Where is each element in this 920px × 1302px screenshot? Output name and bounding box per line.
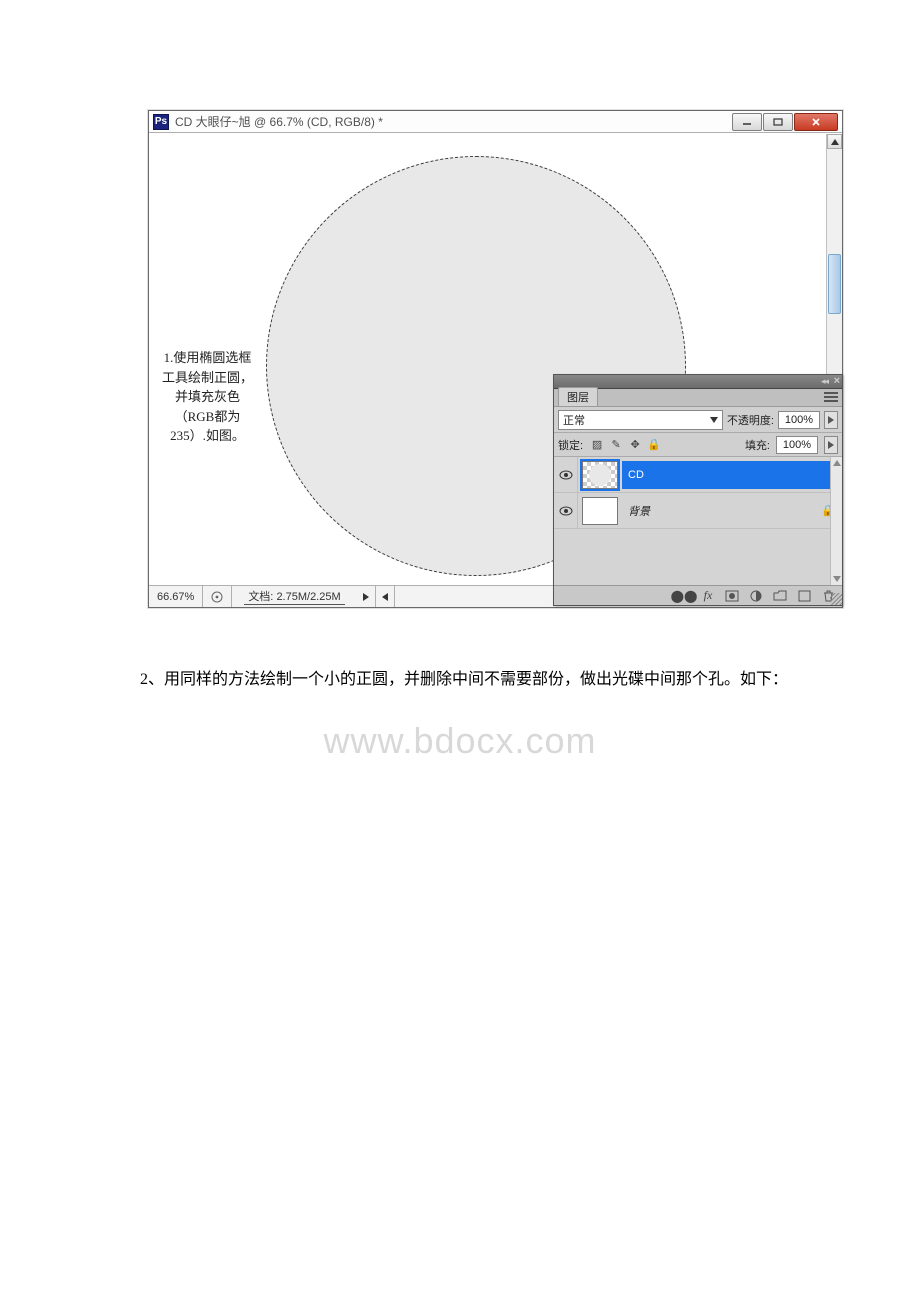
layer-name[interactable]: CD bbox=[622, 461, 842, 489]
doc-size-value: 2.75M/2.25M bbox=[276, 591, 340, 603]
layer-thumbnail[interactable] bbox=[582, 461, 618, 489]
layer-mask-icon[interactable] bbox=[724, 589, 740, 603]
scroll-thumb[interactable] bbox=[828, 254, 841, 314]
layer-style-icon[interactable]: fx bbox=[700, 589, 716, 603]
instruction-annotation: 1.使用椭圆选框工具绘制正圆，并填充灰色（RGB都为235）.如图。 bbox=[160, 348, 255, 446]
group-icon[interactable] bbox=[772, 589, 788, 603]
lock-label: 锁定: bbox=[558, 437, 583, 453]
chevron-down-icon bbox=[710, 417, 718, 423]
blend-mode-select[interactable]: 正常 bbox=[558, 410, 723, 430]
resize-grip[interactable] bbox=[830, 593, 842, 605]
fill-slider-button[interactable] bbox=[824, 436, 838, 454]
watermark: www.bdocx.com bbox=[323, 720, 596, 762]
layers-panel: ◂◂ × 图层 正常 不透明度: 100% 锁定: ▨ ✎ bbox=[553, 374, 843, 606]
fill-input[interactable]: 100% bbox=[776, 436, 818, 454]
scroll-down-icon[interactable] bbox=[831, 573, 842, 585]
screenshot-figure: Ps CD 大眼仔~旭 @ 66.7% (CD, RGB/8) * bbox=[148, 110, 843, 608]
titlebar: Ps CD 大眼仔~旭 @ 66.7% (CD, RGB/8) * bbox=[149, 111, 842, 133]
scroll-up-icon[interactable] bbox=[831, 457, 842, 469]
close-button[interactable] bbox=[794, 113, 838, 131]
visibility-toggle[interactable] bbox=[554, 493, 578, 528]
blend-mode-value: 正常 bbox=[563, 412, 585, 428]
opacity-input[interactable]: 100% bbox=[778, 411, 820, 429]
panel-collapse-icon[interactable]: ◂◂ bbox=[821, 376, 828, 387]
layer-row[interactable]: CD bbox=[554, 457, 842, 493]
opacity-label: 不透明度: bbox=[727, 412, 774, 428]
doc-info-button[interactable] bbox=[203, 586, 232, 607]
opacity-slider-button[interactable] bbox=[824, 411, 838, 429]
visibility-toggle[interactable] bbox=[554, 457, 578, 492]
hscroll-left-button[interactable] bbox=[376, 586, 395, 607]
lock-transparency-icon[interactable]: ▨ bbox=[589, 437, 605, 453]
body-paragraph: 2、用同样的方法绘制一个小的正圆，并删除中间不需要部份，做出光碟中间那个孔。如下… bbox=[108, 668, 808, 692]
lock-fill-row: 锁定: ▨ ✎ ✥ 🔒 填充: 100% bbox=[554, 433, 842, 457]
layers-tab[interactable]: 图层 bbox=[558, 387, 598, 406]
layers-list: CD 背景 🔒 bbox=[554, 457, 842, 585]
layer-thumbnail[interactable] bbox=[582, 497, 618, 525]
status-menu-button[interactable] bbox=[357, 586, 376, 607]
maximize-button[interactable] bbox=[763, 113, 793, 131]
blend-opacity-row: 正常 不透明度: 100% bbox=[554, 407, 842, 433]
lock-pixels-icon[interactable]: ✎ bbox=[608, 437, 624, 453]
doc-size-label: 文档: bbox=[248, 591, 273, 603]
link-layers-icon[interactable]: ⬤⬤ bbox=[676, 589, 692, 603]
layer-row[interactable]: 背景 🔒 bbox=[554, 493, 842, 529]
scroll-up-button[interactable] bbox=[827, 134, 842, 149]
app-icon: Ps bbox=[153, 114, 169, 130]
new-layer-icon[interactable] bbox=[796, 589, 812, 603]
panel-footer: ⬤⬤ fx bbox=[554, 585, 842, 605]
panel-tabs: 图层 bbox=[554, 389, 842, 407]
lock-position-icon[interactable]: ✥ bbox=[627, 437, 643, 453]
window-title: CD 大眼仔~旭 @ 66.7% (CD, RGB/8) * bbox=[175, 113, 731, 130]
lock-all-icon[interactable]: 🔒 bbox=[646, 437, 662, 453]
panel-menu-icon[interactable] bbox=[824, 392, 838, 402]
fill-label: 填充: bbox=[745, 437, 770, 453]
panel-close-icon[interactable]: × bbox=[834, 376, 840, 386]
adjustment-layer-icon[interactable] bbox=[748, 589, 764, 603]
zoom-level[interactable]: 66.67% bbox=[149, 586, 203, 607]
layer-name[interactable]: 背景 bbox=[622, 497, 818, 525]
layers-scrollbar[interactable] bbox=[830, 457, 842, 585]
minimize-button[interactable] bbox=[732, 113, 762, 131]
